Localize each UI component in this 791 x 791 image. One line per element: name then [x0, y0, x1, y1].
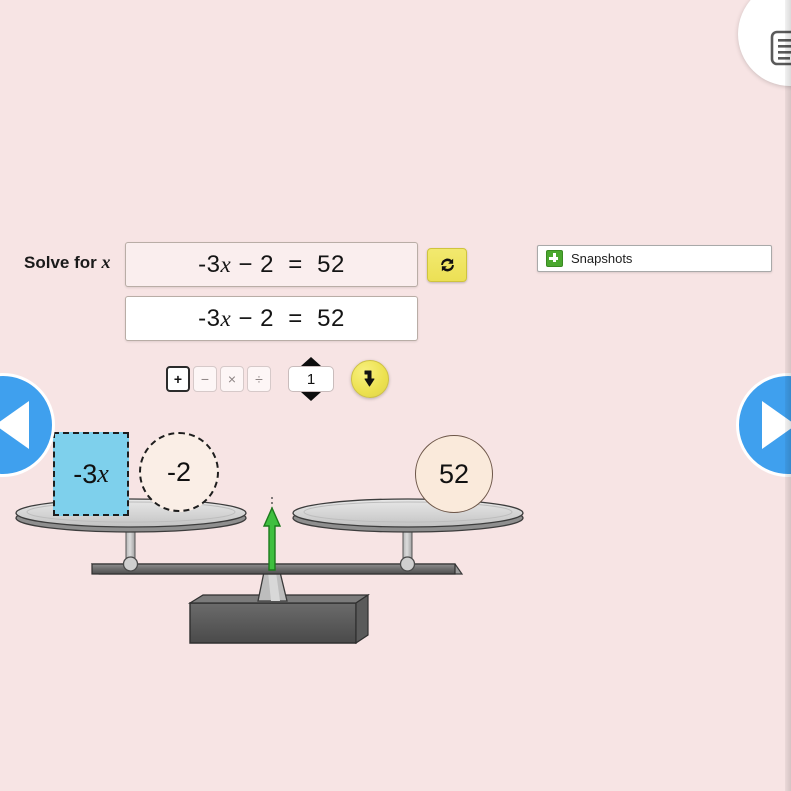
- original-equation-text: -3x − 2 = 52: [198, 251, 345, 279]
- page-title: Solve for x: [24, 252, 110, 273]
- original-equation-display: -3x − 2 = 52: [125, 242, 418, 287]
- algebra-tile-left-1[interactable]: -3 x: [53, 432, 129, 516]
- working-equation-display[interactable]: -3x − 2 = 52: [125, 296, 418, 341]
- coef: -3: [198, 304, 221, 332]
- apply-arrow-icon: [364, 370, 375, 387]
- next-button[interactable]: [736, 373, 791, 477]
- balance-indicator: [262, 497, 282, 571]
- scale-right-pan: [292, 498, 524, 533]
- operator-symbol: ×: [227, 371, 237, 387]
- snapshots-button[interactable]: Snapshots: [537, 245, 772, 272]
- lhs-rest: − 2: [231, 304, 274, 332]
- algebra-tile-right-1[interactable]: 52: [415, 435, 493, 513]
- reset-button[interactable]: [427, 248, 467, 282]
- operand-stepper[interactable]: 1: [288, 357, 334, 401]
- lhs-rest: − 2: [231, 250, 274, 278]
- operation-toolbar: + − × ÷ 1: [166, 357, 389, 401]
- coef: -3: [198, 250, 221, 278]
- variable: x: [220, 251, 232, 277]
- tile-value: 52: [438, 458, 470, 489]
- operator-button-multiply[interactable]: ×: [220, 366, 244, 392]
- scale-left-pan: [15, 498, 247, 533]
- equals-sign: =: [288, 304, 303, 332]
- apply-operation-button[interactable]: [351, 360, 389, 398]
- tile-variable: x: [97, 459, 109, 488]
- operator-symbol: −: [200, 371, 210, 387]
- algebra-tile-left-2[interactable]: -2: [139, 432, 219, 512]
- presentation-tool-button[interactable]: [738, 0, 791, 86]
- snapshots-label: Snapshots: [571, 251, 633, 266]
- scale-base: [187, 593, 370, 645]
- operand-input[interactable]: 1: [288, 366, 334, 392]
- equals-sign: =: [288, 250, 303, 278]
- operator-symbol: +: [173, 371, 183, 387]
- app-stage: -3 x -2 52 Solve for x -3x − 2 = 52 -3x −…: [0, 0, 791, 791]
- solve-for-text: Solve for: [24, 253, 102, 272]
- operand-value: 1: [306, 370, 316, 388]
- operator-symbol: ÷: [255, 371, 263, 387]
- chevron-left-icon: [0, 401, 29, 449]
- stepper-increment-icon[interactable]: [301, 357, 321, 366]
- rhs: 52: [317, 304, 345, 332]
- stepper-decrement-icon[interactable]: [301, 392, 321, 401]
- tile-value: -2: [166, 456, 191, 487]
- operator-button-minus[interactable]: −: [193, 366, 217, 392]
- tile-coefficient: -3: [73, 458, 98, 489]
- page-edge: [785, 0, 791, 791]
- operator-button-divide[interactable]: ÷: [247, 366, 271, 392]
- working-equation-text: -3x − 2 = 52: [198, 305, 345, 333]
- solve-for-variable: x: [101, 252, 111, 272]
- green-plus-icon: [546, 250, 563, 267]
- rhs: 52: [317, 250, 345, 278]
- refresh-icon: [440, 258, 454, 272]
- variable: x: [220, 305, 232, 331]
- operator-button-plus[interactable]: +: [166, 366, 190, 392]
- scale-fulcrum: [257, 571, 288, 602]
